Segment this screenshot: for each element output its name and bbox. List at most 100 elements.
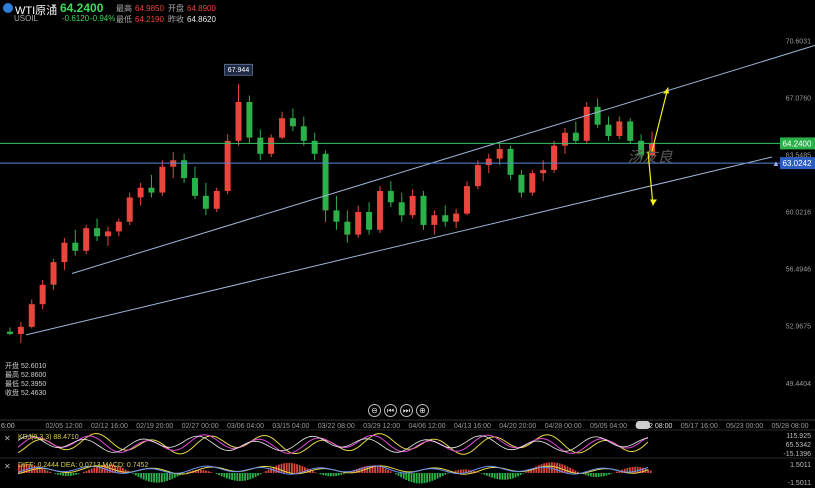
macd-histogram-bar: [155, 473, 158, 483]
candle-body: [453, 213, 460, 222]
macd-axis-label: 1.5011: [790, 462, 811, 469]
candle-body: [72, 242, 79, 251]
macd-histogram-bar: [616, 471, 618, 473]
macd-histogram-bar: [265, 471, 267, 473]
candle-body: [464, 186, 471, 214]
macd-histogram-bar: [137, 473, 140, 477]
macd-histogram-bar: [493, 473, 496, 479]
prev-close-stat: 昨收 64.8620: [168, 15, 216, 24]
macd-histogram-bar: [395, 473, 397, 475]
ohlc-close-value: 52.4630: [21, 390, 47, 397]
macd-histogram-bar: [311, 470, 314, 473]
price-change: -0.6120: [62, 14, 90, 23]
candle-body: [627, 121, 634, 141]
macd-histogram-bar: [501, 473, 504, 480]
up-arrow-line: [651, 87, 669, 152]
ohlc-open-label: 开盘: [5, 363, 19, 370]
macd-histogram-bar: [444, 473, 447, 475]
macd-histogram-bar: [226, 473, 228, 479]
macd-histogram-bar: [499, 473, 501, 480]
macd-histogram-bar: [538, 465, 540, 473]
candle-body: [94, 228, 101, 237]
macd-close-icon: ✕: [4, 462, 11, 471]
zoom-in-button[interactable]: ⊕: [416, 404, 429, 417]
candle-body: [583, 106, 590, 141]
candle-body: [355, 212, 362, 235]
scroll-end-button[interactable]: ⏭: [400, 404, 413, 417]
candle-body: [594, 106, 601, 125]
macd-histogram-bar: [148, 473, 150, 482]
macd-histogram-bar: [44, 469, 46, 473]
zoom-out-button[interactable]: ⊖: [368, 404, 381, 417]
macd-histogram-bar: [132, 473, 135, 474]
candle-body: [616, 121, 623, 136]
macd-histogram-bar: [519, 473, 522, 476]
macd-histogram-bar: [150, 473, 153, 483]
macd-histogram-bar: [275, 465, 278, 473]
y-tick-label: 56.4946: [786, 267, 811, 274]
down-arrow-head: [650, 199, 657, 206]
symbol-dropdown-icon[interactable]: ▼: [50, 2, 58, 11]
candle-body: [202, 195, 209, 209]
macd-histogram-bar: [168, 473, 171, 480]
macd-histogram-bar: [426, 473, 428, 483]
macd-histogram-bar: [488, 473, 491, 477]
macd-histogram-bar: [291, 463, 293, 473]
candle-body: [605, 124, 612, 136]
macd-histogram-bar: [397, 473, 400, 476]
candle-body: [148, 187, 155, 193]
x-tick-label: 02/12 16:00: [91, 423, 128, 430]
candle-body: [257, 137, 264, 154]
candle-body: [398, 202, 405, 216]
macd-histogram-bar: [423, 473, 426, 484]
candle-body: [420, 195, 427, 225]
macd-histogram-bar: [200, 469, 202, 473]
macd-histogram-bar: [605, 473, 608, 476]
macd-histogram-bar: [90, 468, 93, 473]
scroll-start-button[interactable]: ⏮: [384, 404, 397, 417]
up-arrow-head: [663, 87, 669, 94]
alert-bell-icon: ▲: [772, 159, 780, 168]
macd-histogram-bar: [249, 473, 252, 480]
x-tick-label: 04/28 00:00: [545, 423, 582, 430]
macd-histogram-bar: [161, 473, 163, 483]
candle-body: [507, 148, 514, 175]
candle-body: [333, 210, 340, 222]
macd-histogram-bar: [54, 473, 57, 474]
macd-histogram-bar: [70, 473, 72, 476]
macd-histogram-bar: [525, 472, 527, 473]
candle-body: [224, 140, 231, 191]
current-price-tag-label: 64.2400: [783, 139, 812, 148]
x-tick-label: 05/17 16:00: [681, 423, 718, 430]
ohlc-open-value: 52.6010: [21, 363, 47, 370]
candle-body: [159, 166, 166, 193]
x-tick-label: 04/13 16:00: [454, 423, 491, 430]
macd-histogram-bar: [418, 473, 421, 484]
candle-body: [246, 102, 253, 138]
macd-histogram-bar: [436, 473, 439, 479]
macd-histogram-bar: [506, 473, 509, 480]
macd-histogram-bar: [223, 473, 226, 478]
y-tick-label: 67.0760: [786, 96, 811, 103]
x-tick-label: 04/06 12:00: [409, 423, 446, 430]
macd-histogram-bar: [384, 468, 387, 473]
open-stat: 开盘 64.8900: [168, 4, 216, 13]
candle-body: [344, 221, 351, 235]
macd-histogram-bar: [293, 463, 296, 473]
kdj-axis-label: 65.5342: [786, 442, 811, 449]
macd-label: DIFF: 0.2444 DEA: 0.0713 MACD: 0.7452: [18, 462, 149, 469]
x-tick-label: 02/19 20:00: [136, 423, 173, 430]
macd-histogram-bar: [415, 473, 418, 484]
macd-histogram-bar: [280, 463, 283, 473]
kdj-d-line: [17, 434, 649, 454]
macd-histogram-bar: [421, 473, 423, 484]
macd-histogram-bar: [447, 473, 449, 474]
candle-body: [551, 145, 558, 170]
macd-histogram-bar: [231, 473, 233, 480]
macd-histogram-bar: [85, 470, 88, 473]
macd-histogram-bar: [566, 466, 569, 473]
macd-histogram-bar: [483, 473, 486, 475]
x-tick-label: 03/22 08:00: [318, 423, 355, 430]
macd-histogram-bar: [610, 473, 613, 474]
macd-histogram-bar: [319, 473, 322, 475]
